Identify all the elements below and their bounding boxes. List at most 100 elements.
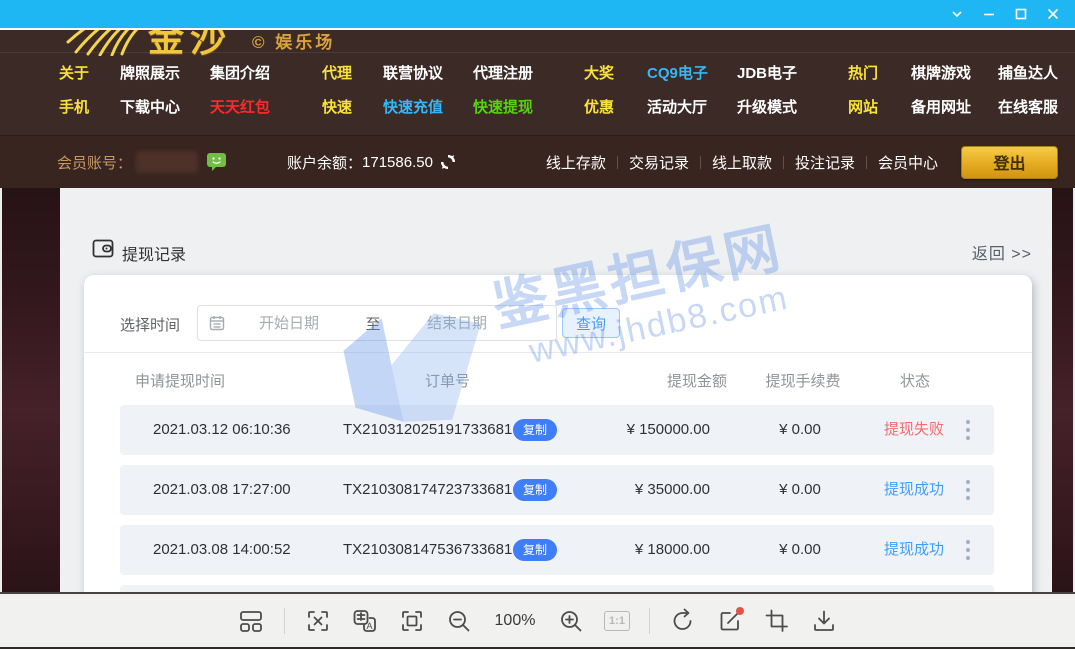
close-icon[interactable] — [1037, 0, 1069, 28]
edit-icon[interactable] — [716, 607, 744, 635]
status-badge: 提现成功 — [854, 465, 974, 515]
nav-row-1: 关于 牌照展示 集团介绍 代理 联营协议 代理注册 大奖 CQ9电子 JDB电子… — [0, 55, 1075, 89]
member-username-redacted — [136, 151, 198, 173]
row-order-no: TX210308174723733681 — [343, 465, 512, 515]
toolbar-divider — [284, 608, 285, 634]
layout-icon[interactable] — [237, 607, 265, 635]
row-order-no: TX210312025191733681 — [343, 405, 512, 455]
nav-item-online-service[interactable]: 在线客服 — [998, 96, 1075, 117]
chat-bubble-icon[interactable] — [206, 152, 227, 172]
main-nav: 关于 牌照展示 集团介绍 代理 联营协议 代理注册 大奖 CQ9电子 JDB电子… — [0, 55, 1075, 123]
wallet-icon — [92, 239, 114, 258]
column-order-no: 订单号 — [425, 370, 470, 391]
nav-item-promo[interactable]: 优惠 — [584, 96, 647, 117]
edit-notification-dot — [736, 607, 744, 615]
nav-item-activity-hall[interactable]: 活动大厅 — [647, 96, 737, 117]
status-badge: 提现成功 — [854, 525, 974, 575]
status-badge: 提现失败 — [854, 405, 974, 455]
table-row: 2021.03.08 17:27:00 TX210308174723733681… — [120, 465, 994, 515]
nav-item-cq9[interactable]: CQ9电子 — [647, 62, 737, 83]
table-row-partial — [120, 585, 994, 592]
nav-item-license[interactable]: 牌照展示 — [120, 62, 210, 83]
row-more-actions-icon[interactable] — [964, 538, 972, 562]
nav-item-group-intro[interactable]: 集团介绍 — [210, 62, 322, 83]
nav-item-quick-deposit[interactable]: 快速充值 — [383, 96, 473, 117]
back-link[interactable]: 返回 >> — [972, 240, 1032, 264]
nav-item-website[interactable]: 网站 — [848, 96, 911, 117]
filter-time-label: 选择时间 — [120, 314, 180, 335]
collapse-icon[interactable] — [941, 0, 973, 28]
calendar-icon — [209, 315, 225, 331]
title-bar — [0, 0, 1075, 30]
ocr-select-icon[interactable] — [304, 607, 332, 635]
fit-screen-icon[interactable] — [398, 607, 426, 635]
refresh-balance-icon[interactable] — [440, 154, 456, 170]
nav-item-quick-withdraw[interactable]: 快速提现 — [473, 96, 584, 117]
nav-item-backup-url[interactable]: 备用网址 — [911, 96, 998, 117]
nav-item-download-center[interactable]: 下载中心 — [120, 96, 210, 117]
nav-item-agent[interactable]: 代理 — [322, 62, 383, 83]
start-date-input[interactable] — [225, 315, 353, 332]
link-online-deposit[interactable]: 线上存款 — [535, 152, 617, 173]
download-icon[interactable] — [810, 607, 838, 635]
page-title: 提现记录 — [122, 241, 186, 265]
row-fee: ¥ 0.00 — [750, 465, 850, 515]
actual-size-icon[interactable]: 1:1 — [604, 611, 630, 631]
member-account-label: 会员账号： — [57, 152, 132, 173]
nav-item-chess-games[interactable]: 棋牌游戏 — [911, 62, 998, 83]
section-header: 提现记录 返回 >> — [60, 232, 1052, 268]
row-more-actions-icon[interactable] — [964, 478, 972, 502]
link-bet-records[interactable]: 投注记录 — [784, 152, 866, 173]
row-more-actions-icon[interactable] — [964, 418, 972, 442]
nav-item-mobile[interactable]: 手机 — [59, 96, 120, 117]
column-amount: 提现金额 — [637, 370, 757, 391]
row-amount: ¥ 150000.00 — [550, 405, 710, 455]
row-time: 2021.03.08 17:27:00 — [153, 465, 291, 515]
svg-text:A: A — [367, 621, 373, 631]
nav-item-hot[interactable]: 热门 — [848, 62, 911, 83]
column-apply-time: 申请提现时间 — [135, 370, 225, 391]
nav-row-2: 手机 下载中心 天天红包 快速 快速充值 快速提现 优惠 活动大厅 升级模式 网… — [0, 89, 1075, 123]
crop-icon[interactable] — [763, 607, 791, 635]
end-date-input[interactable] — [393, 315, 521, 332]
nav-item-jackpot[interactable]: 大奖 — [584, 62, 647, 83]
nav-item-jdb[interactable]: JDB电子 — [737, 62, 848, 83]
zoom-in-icon[interactable] — [557, 607, 585, 635]
balance-value: 171586.50 — [362, 154, 433, 171]
nav-item-fishing-master[interactable]: 捕鱼达人 — [998, 62, 1075, 83]
brand-logo-suffix: © 娱乐场 — [252, 30, 335, 53]
table-row: 2021.03.08 14:00:52 TX210308147536733681… — [120, 525, 994, 575]
date-range-picker[interactable]: 至 — [197, 305, 557, 341]
nav-item-quick[interactable]: 快速 — [322, 96, 383, 117]
row-amount: ¥ 18000.00 — [550, 525, 710, 575]
zoom-level: 100% — [492, 612, 538, 630]
translate-icon[interactable]: A — [351, 607, 379, 635]
nav-item-agent-register[interactable]: 代理注册 — [473, 62, 584, 83]
logout-button[interactable]: 登出 — [961, 146, 1058, 179]
image-viewer-window: 金沙 © 娱乐场 关于 牌照展示 集团介绍 代理 联营协议 代理注册 大奖 CQ… — [0, 0, 1075, 649]
nav-item-affiliate-agreement[interactable]: 联营协议 — [383, 62, 473, 83]
date-range-separator: 至 — [353, 313, 393, 334]
link-member-center[interactable]: 会员中心 — [867, 152, 949, 173]
window-controls — [941, 0, 1069, 28]
nav-item-daily-redpacket[interactable]: 天天红包 — [210, 96, 322, 117]
balance-group: 账户余额： 171586.50 — [287, 152, 456, 173]
zoom-out-icon[interactable] — [445, 607, 473, 635]
account-links: 线上存款 交易记录 线上取款 投注记录 会员中心 登出 — [535, 146, 1075, 179]
minimize-icon[interactable] — [973, 0, 1005, 28]
account-bar: 会员账号： 账户余额： 171586.50 线上存款 — [0, 135, 1075, 188]
window-left-edge — [0, 188, 2, 592]
rotate-icon[interactable] — [669, 607, 697, 635]
card-divider — [84, 352, 1032, 353]
search-button[interactable]: 查询 — [562, 308, 620, 338]
page-background: 提现记录 返回 >> 选择时间 至 — [0, 188, 1075, 592]
link-online-withdraw[interactable]: 线上取款 — [701, 152, 783, 173]
site-header: 金沙 © 娱乐场 关于 牌照展示 集团介绍 代理 联营协议 代理注册 大奖 CQ… — [0, 30, 1075, 135]
table-body: 2021.03.12 06:10:36 TX210312025191733681… — [120, 405, 994, 592]
link-transaction-records[interactable]: 交易记录 — [618, 152, 700, 173]
row-amount: ¥ 35000.00 — [550, 465, 710, 515]
nav-item-upgrade-mode[interactable]: 升级模式 — [737, 96, 848, 117]
maximize-icon[interactable] — [1005, 0, 1037, 28]
nav-item-about[interactable]: 关于 — [59, 62, 120, 83]
viewer-toolbar: A 100% 1:1 — [0, 592, 1075, 649]
